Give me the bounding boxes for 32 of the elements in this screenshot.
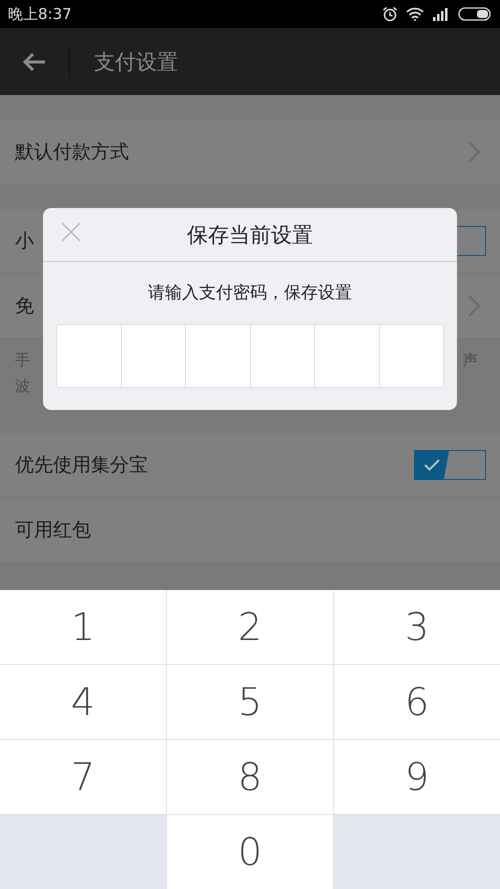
keypad-key[interactable]: 6 [334, 665, 500, 739]
chevron-icon [468, 295, 480, 317]
toggle-switch[interactable] [414, 450, 486, 480]
keypad-key[interactable]: 0 [167, 815, 333, 889]
alarm-icon [382, 6, 398, 22]
settings-row[interactable]: 可用红包 [0, 498, 500, 562]
settings-row[interactable]: 默认付款方式 [0, 120, 500, 184]
battery-icon [458, 7, 492, 21]
keypad-key[interactable]: 2 [167, 590, 333, 664]
dialog-title: 保存当前设置 [187, 222, 313, 248]
keypad-key[interactable]: 7 [0, 740, 166, 814]
close-button[interactable] [61, 222, 81, 242]
row-label: 默认付款方式 [15, 140, 129, 165]
signal-icon [432, 7, 450, 21]
page-title: 支付设置 [94, 48, 178, 76]
keypad-key[interactable]: 5 [167, 665, 333, 739]
keypad-key[interactable]: 9 [334, 740, 500, 814]
row-label: 小 [15, 229, 34, 254]
dialog-message: 请输入支付密码，保存设置 [147, 282, 353, 304]
wifi-icon [406, 7, 424, 21]
keypad-key[interactable]: 3 [334, 590, 500, 664]
row-label: 可用红包 [15, 518, 91, 543]
status-time: 晚上8:37 [8, 4, 72, 24]
chevron-icon [468, 141, 480, 163]
row-label: 免 [15, 294, 34, 319]
keypad-key[interactable]: 1 [0, 590, 166, 664]
keypad-key[interactable]: 8 [167, 740, 333, 814]
settings-row[interactable]: 优先使用集分宝 [0, 433, 500, 498]
check-icon [424, 459, 440, 471]
password-field[interactable] [56, 324, 444, 388]
row-label: 优先使用集分宝 [15, 453, 148, 478]
keypad-key[interactable]: 4 [0, 665, 166, 739]
